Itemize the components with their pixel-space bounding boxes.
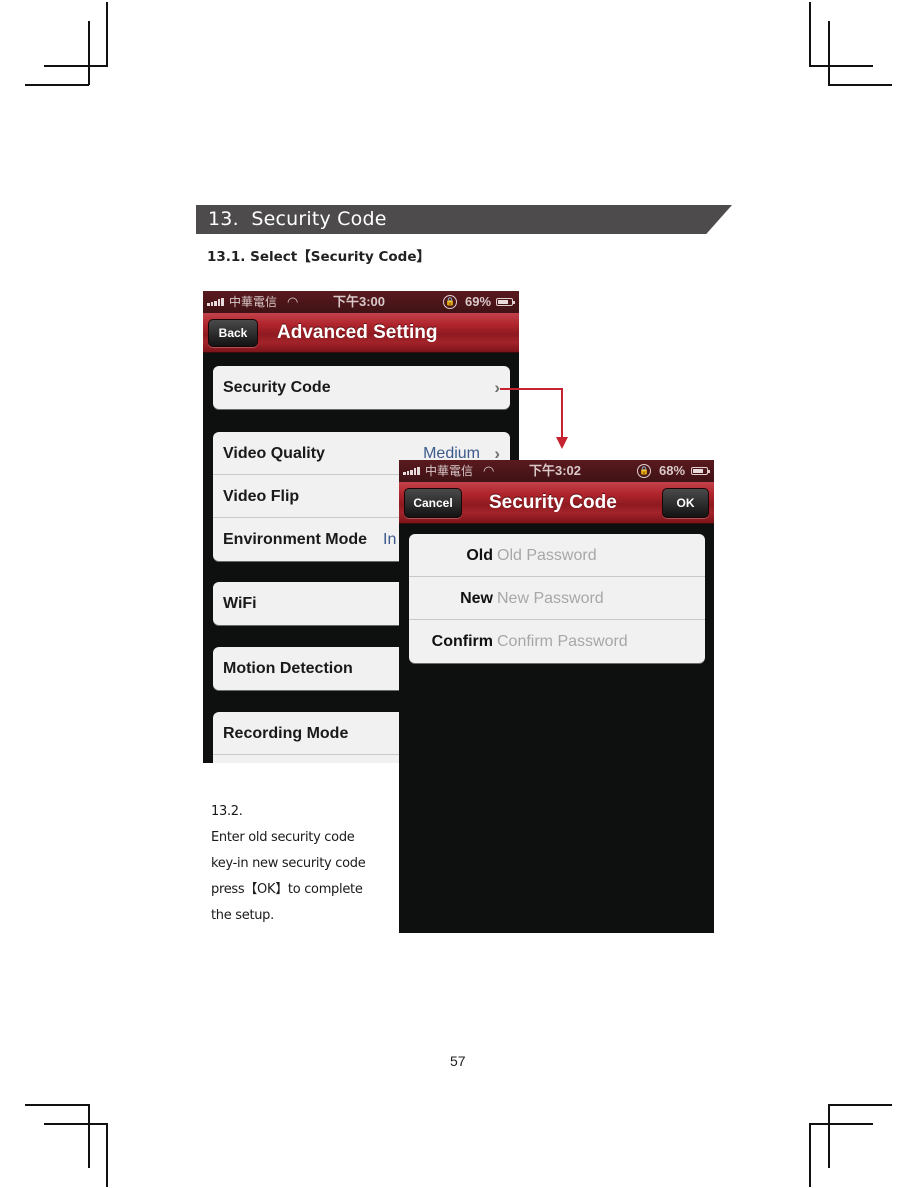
arrow-line-horizontal bbox=[500, 388, 563, 390]
instruction-line: key-in new security code bbox=[211, 856, 366, 871]
row-label: Video Flip bbox=[223, 488, 300, 505]
confirm-password-input[interactable] bbox=[497, 620, 697, 663]
page-number: 57 bbox=[450, 1053, 466, 1069]
row-label: Motion Detection bbox=[223, 660, 353, 677]
screenshot-security-code: 中華電信 ◠ 下午3:02 🔒 68% Cancel Security Code… bbox=[399, 460, 714, 933]
rotation-lock-icon: 🔒 bbox=[443, 295, 457, 309]
status-bar: 中華電信 ◠ 下午3:00 🔒 69% bbox=[203, 291, 519, 313]
section-title-text: Security Code bbox=[251, 208, 387, 230]
row-label: Recording Mode bbox=[223, 725, 349, 742]
instruction-line: press【OK】to complete bbox=[211, 882, 363, 897]
status-time: 下午3:02 bbox=[529, 463, 582, 478]
old-password-row: Old bbox=[409, 534, 705, 577]
battery-percent: 69% bbox=[465, 294, 492, 309]
row-label: Video Quality bbox=[223, 445, 325, 462]
row-label: Security Code bbox=[223, 379, 331, 396]
status-time: 下午3:00 bbox=[333, 294, 386, 309]
step-2-instructions: 13.2. Enter old security code key-in new… bbox=[211, 799, 396, 929]
old-password-input[interactable] bbox=[497, 534, 697, 577]
new-password-row: New bbox=[409, 577, 705, 620]
carrier-name: 中華電信 bbox=[229, 295, 278, 309]
nav-title: Advanced Setting bbox=[277, 322, 438, 343]
arrow-down-icon bbox=[556, 437, 568, 449]
old-password-label: Old bbox=[466, 547, 493, 564]
password-form: Old New Confirm bbox=[409, 534, 705, 663]
row-label: Environment Mode bbox=[223, 531, 368, 548]
signal-icon bbox=[403, 467, 420, 475]
step-2-number: 13.2. bbox=[211, 804, 243, 819]
ok-button[interactable]: OK bbox=[662, 488, 709, 518]
new-password-label: New bbox=[460, 590, 493, 607]
cancel-button[interactable]: Cancel bbox=[404, 488, 462, 518]
battery-icon bbox=[691, 467, 710, 475]
battery-icon bbox=[496, 298, 515, 306]
new-password-input[interactable] bbox=[497, 577, 697, 620]
section-number: 13. bbox=[208, 208, 239, 230]
row-label: WiFi bbox=[223, 595, 257, 612]
status-bar: 中華電信 ◠ 下午3:02 🔒 68% bbox=[399, 460, 714, 482]
nav-bar: Back Advanced Setting bbox=[203, 313, 519, 353]
battery-percent: 68% bbox=[659, 463, 686, 478]
instruction-line: Enter old security code bbox=[211, 830, 355, 845]
confirm-password-row: Confirm bbox=[409, 620, 705, 663]
back-button[interactable]: Back bbox=[208, 319, 258, 347]
instruction-line: the setup. bbox=[211, 908, 274, 923]
arrow-line-vertical bbox=[561, 388, 563, 438]
step-1-label: 13.1. Select【Security Code】 bbox=[207, 249, 430, 265]
confirm-password-label: Confirm bbox=[431, 633, 493, 650]
settings-row-security-code[interactable]: Security Code › bbox=[213, 366, 510, 409]
rotation-lock-icon: 🔒 bbox=[637, 464, 651, 478]
wifi-icon: ◠ bbox=[287, 294, 299, 309]
settings-group-security: Security Code › bbox=[213, 366, 510, 409]
row-value: In bbox=[383, 531, 397, 548]
nav-bar: Cancel Security Code OK bbox=[399, 482, 714, 524]
wifi-icon: ◠ bbox=[483, 463, 495, 478]
carrier-name: 中華電信 bbox=[425, 464, 474, 478]
section-title: 13. Security Code bbox=[208, 206, 387, 233]
signal-icon bbox=[207, 298, 224, 306]
nav-title: Security Code bbox=[489, 492, 617, 513]
